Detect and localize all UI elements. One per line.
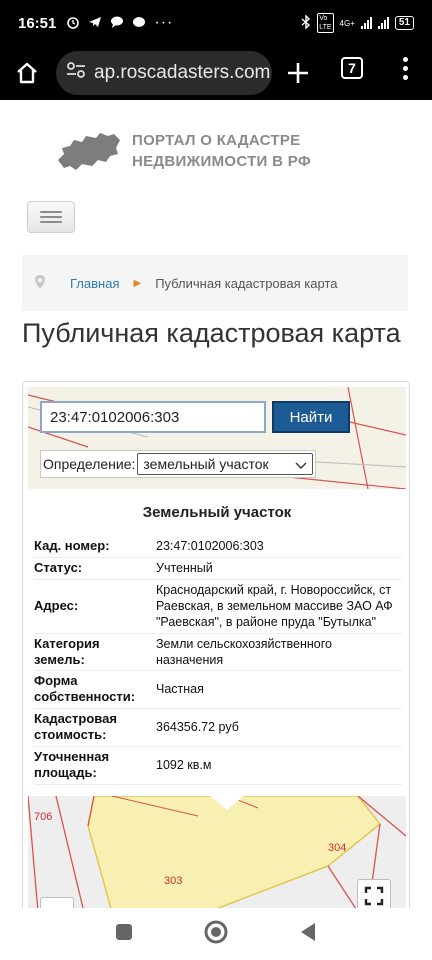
parcel-label-304: 304 — [328, 842, 346, 854]
russia-map-icon — [58, 133, 120, 170]
table-row: Категория земель: Земли сельскохозяйстве… — [34, 633, 402, 671]
row-key: Уточненная площадь: — [34, 746, 150, 785]
logo-line2: НЕДВИЖИМОСТИ В РФ — [132, 153, 311, 170]
table-row: Адрес: Краснодарский край, г. Новороссий… — [34, 579, 402, 634]
hamburger-line — [40, 216, 62, 218]
fullscreen-button[interactable] — [357, 879, 391, 910]
row-key: Категория земель: — [34, 633, 150, 671]
circle-icon — [204, 920, 228, 943]
parcel-label-303: 303 — [164, 875, 182, 887]
menu-dot-icon — [402, 65, 408, 71]
bluetooth-icon — [301, 13, 311, 32]
hamburger-line — [40, 211, 62, 213]
cadastral-number-input[interactable] — [40, 401, 266, 433]
row-value: 23:47:0102006:303 — [150, 535, 402, 558]
parcel-label-706: 706 — [34, 811, 52, 823]
breadcrumb-home-link[interactable]: Главная — [70, 276, 119, 291]
more-notifications-icon: ··· — [154, 14, 174, 31]
home-icon — [17, 62, 37, 84]
breadcrumb-arrow-icon: ▶ — [133, 277, 142, 289]
tab-switcher-button[interactable]: 7 — [341, 57, 363, 79]
system-back-button[interactable] — [299, 922, 317, 947]
alarm-icon — [66, 15, 80, 32]
hamburger-line — [40, 221, 62, 223]
definition-value: земельный участок — [143, 456, 269, 472]
table-row: Уточненная площадь: 1092 кв.м — [34, 746, 402, 785]
menu-dot-icon — [402, 74, 408, 80]
site-settings-icon[interactable] — [66, 61, 88, 85]
home-button[interactable] — [10, 56, 44, 90]
network-type: 4G+ — [339, 18, 355, 28]
system-home-button[interactable] — [204, 920, 228, 949]
breadcrumb: Главная ▶ Публичная кадастровая карта — [22, 255, 408, 311]
clock: 16:51 — [18, 14, 57, 32]
info-card-title: Земельный участок — [142, 504, 292, 521]
row-value: 1092 кв.м — [150, 746, 402, 785]
menu-dot-icon — [402, 56, 408, 62]
table-row: Кадастровая стоимость: 364356.72 руб — [34, 708, 402, 747]
address-bar[interactable]: ap.roscadasters.com — [56, 51, 272, 95]
recents-button[interactable] — [115, 923, 133, 946]
breadcrumb-current: Публичная кадастровая карта — [155, 275, 338, 291]
map-parcels: 706 304 303 — [28, 796, 406, 910]
location-pin-icon — [34, 274, 48, 293]
row-value: 364356.72 руб — [150, 708, 402, 747]
telegram-icon — [88, 15, 102, 32]
parcel-info-card: Земельный участок Кад. номер: 23:47:0102… — [28, 489, 406, 796]
message-icon — [132, 15, 146, 32]
cadastral-map-panel: Найти Определение: земельный участок Зем… — [22, 381, 410, 911]
table-row: Форма собственности: Частная — [34, 670, 402, 709]
definition-row: Определение: земельный участок — [40, 450, 317, 478]
signal-icon — [360, 17, 372, 29]
logo-line1: ПОРТАЛ О КАДАСТРЕ — [132, 132, 301, 149]
new-tab-button[interactable] — [284, 56, 312, 90]
definition-select[interactable]: земельный участок — [137, 453, 314, 475]
row-key: Статус: — [34, 557, 150, 580]
volte-icon: Vo LTE — [317, 13, 334, 33]
nav-menu-button[interactable] — [27, 201, 75, 233]
status-bar: 16:51 ··· Vo LTE 4G+ 51 — [0, 0, 432, 46]
browser-toolbar: ap.roscadasters.com — [0, 46, 432, 100]
definition-label: Определение: — [43, 456, 136, 472]
row-value: Частная — [150, 670, 402, 709]
page-title: Публичная кадастровая карта — [22, 318, 401, 348]
table-row: Кад. номер: 23:47:0102006:303 — [34, 535, 402, 558]
chat-icon — [110, 15, 124, 32]
url-text: ap.roscadasters.com — [94, 62, 271, 83]
table-row: Статус: Учтенный — [34, 557, 402, 580]
row-value: Краснодарский край, г. Новороссийск, ст … — [150, 579, 402, 634]
square-icon — [116, 923, 133, 940]
chevron-down-icon — [295, 458, 307, 474]
map-view-top[interactable]: Найти Определение: земельный участок — [28, 387, 406, 489]
row-key: Кадастровая стоимость: — [34, 708, 150, 747]
row-key: Кад. номер: — [34, 535, 150, 558]
parcel-info-table: Кад. номер: 23:47:0102006:303 Статус: Уч… — [34, 535, 402, 785]
plus-icon — [288, 63, 308, 83]
system-nav-bar — [0, 908, 432, 960]
row-value: Учтенный — [150, 557, 402, 580]
row-value: Земли сельскохозяйственного назначения — [150, 633, 402, 671]
site-logo[interactable]: ПОРТАЛ О КАДАСТРЕ НЕДВИЖИМОСТИ В РФ — [56, 130, 311, 172]
find-button[interactable]: Найти — [272, 401, 350, 433]
row-key: Форма собственности: — [34, 670, 150, 709]
battery-indicator: 51 — [394, 16, 414, 30]
row-key: Адрес: — [34, 579, 150, 634]
expand-icon — [364, 886, 384, 906]
signal-2-icon — [377, 17, 389, 29]
browser-menu-button[interactable] — [398, 56, 412, 80]
triangle-back-icon — [300, 922, 315, 941]
map-view-bottom[interactable]: 706 304 303 — [28, 796, 406, 910]
